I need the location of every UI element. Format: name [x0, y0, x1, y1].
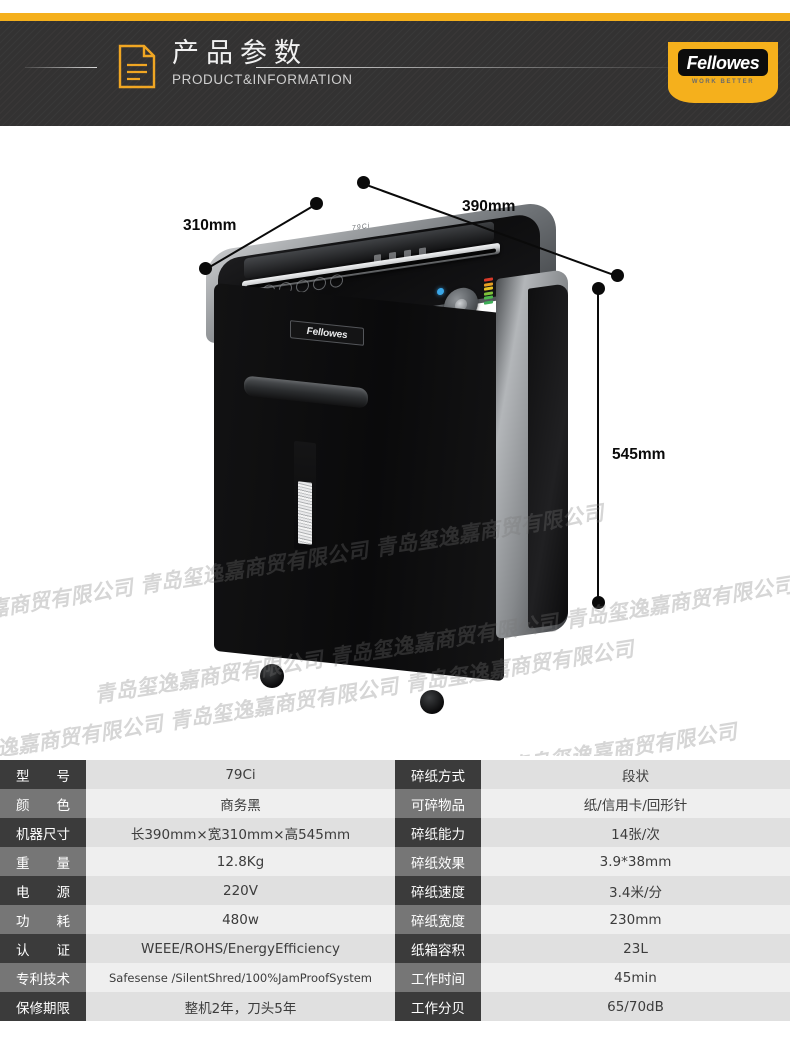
- table-row: 碎纸能力 14张/次: [395, 818, 790, 847]
- fellowes-logo-plate: Fellowes: [678, 49, 768, 76]
- spec-label: 功 耗: [0, 905, 86, 934]
- table-row: 碎纸速度 3.4米/分: [395, 876, 790, 905]
- spec-label: 型 号: [0, 760, 86, 789]
- spec-value: 整机2年，刀头5年: [86, 992, 395, 1021]
- shredder-caster-wheel: [260, 664, 284, 688]
- spec-value: 65/70dB: [481, 992, 790, 1021]
- shredded-paper: [298, 481, 312, 545]
- table-row: 功 耗 480w: [0, 905, 395, 934]
- page-subtitle: PRODUCT&INFORMATION: [172, 72, 353, 87]
- table-row: 工作分贝 65/70dB: [395, 992, 790, 1021]
- table-row: 碎纸方式 段状: [395, 760, 790, 789]
- shredder-led-indicator: [484, 277, 494, 308]
- product-spec-page: 产品参数 PRODUCT&INFORMATION Fellowes WORK B…: [0, 0, 790, 1057]
- table-row: 认 证 WEEE/ROHS/EnergyEfficiency: [0, 934, 395, 963]
- header-bar: 产品参数 PRODUCT&INFORMATION Fellowes WORK B…: [0, 21, 790, 126]
- spec-label: 碎纸宽度: [395, 905, 481, 934]
- table-row: 保修期限 整机2年，刀头5年: [0, 992, 395, 1021]
- spec-label: 专利技术: [0, 963, 86, 992]
- spec-label: 重 量: [0, 847, 86, 876]
- table-row: 机器尺寸 长390mm×宽310mm×高545mm: [0, 818, 395, 847]
- spec-value: 12.8Kg: [86, 847, 395, 876]
- spec-value: 商务黑: [86, 789, 395, 818]
- spec-label: 碎纸方式: [395, 760, 481, 789]
- shredder-body-side-dark: [528, 283, 568, 629]
- spec-label: 机器尺寸: [0, 818, 86, 847]
- spec-label: 颜 色: [0, 789, 86, 818]
- spec-label: 可碎物品: [395, 789, 481, 818]
- table-row: 电 源 220V: [0, 876, 395, 905]
- spec-label: 工作分贝: [395, 992, 481, 1021]
- header-rule-left: [25, 67, 97, 68]
- shredder-front-brand: Fellowes: [306, 325, 348, 341]
- spec-value: WEEE/ROHS/EnergyEfficiency: [86, 934, 395, 963]
- table-row: 工作时间 45min: [395, 963, 790, 992]
- brand-tagline: WORK BETTER: [691, 79, 755, 85]
- spec-value: 230mm: [481, 905, 790, 934]
- header-accent-stripe: [0, 13, 790, 21]
- dimension-label-width: 390mm: [462, 198, 516, 215]
- header-title-block: 产品参数 PRODUCT&INFORMATION: [172, 38, 353, 87]
- shredder-bin-window: [294, 440, 316, 552]
- spec-value: 段状: [481, 760, 790, 789]
- spec-label: 认 证: [0, 934, 86, 963]
- spec-label: 碎纸速度: [395, 876, 481, 905]
- page-header: 产品参数 PRODUCT&INFORMATION Fellowes WORK B…: [0, 0, 790, 126]
- spec-label: 碎纸能力: [395, 818, 481, 847]
- specification-table: 型 号 79Ci 颜 色商务黑 机器尺寸 长390mm×宽310mm×高545mm 重 量…: [0, 760, 790, 1021]
- table-row: 专利技术 Safesense /SilentShred/100%JamProofS…: [0, 963, 395, 992]
- spec-value: 79Ci: [86, 760, 395, 789]
- dimension-label-depth: 310mm: [183, 217, 237, 234]
- spec-value: 3.9*38mm: [481, 847, 790, 876]
- spec-label: 碎纸效果: [395, 847, 481, 876]
- spec-label: 工作时间: [395, 963, 481, 992]
- spec-label: 保修期限: [0, 992, 86, 1021]
- dim-line: [597, 288, 599, 600]
- table-row: 颜 色商务黑: [0, 789, 395, 818]
- spec-value: 长390mm×宽310mm×高545mm: [86, 818, 395, 847]
- page-title: 产品参数: [172, 38, 308, 69]
- table-row: 重 量 12.8Kg: [0, 847, 395, 876]
- document-icon: [118, 44, 156, 89]
- table-row: 碎纸效果 3.9*38mm: [395, 847, 790, 876]
- spec-value: 23L: [481, 934, 790, 963]
- spec-label: 电 源: [0, 876, 86, 905]
- brand-name: Fellowes: [686, 52, 760, 73]
- table-row: 可碎物品 纸/信用卡/回形针: [395, 789, 790, 818]
- table-row: 型 号 79Ci: [0, 760, 395, 789]
- shredder-product-image: 79Ci Fellowes: [196, 199, 586, 714]
- spec-value: 14张/次: [481, 818, 790, 847]
- spec-value: 3.4米/分: [481, 876, 790, 905]
- spec-value: 480w: [86, 905, 395, 934]
- spec-value: 45min: [481, 963, 790, 992]
- spec-value: 纸/信用卡/回形针: [481, 789, 790, 818]
- spec-column-left: 型 号 79Ci 颜 色商务黑 机器尺寸 长390mm×宽310mm×高545mm 重 量…: [0, 760, 395, 1021]
- table-row: 纸箱容积 23L: [395, 934, 790, 963]
- spec-value: Safesense /SilentShred/100%JamProofSyste…: [86, 963, 395, 992]
- shredder-caster-wheel: [420, 690, 444, 714]
- product-photo-area: 79Ci Fellowes 310mm 390mm 545mm 青岛玺逸嘉商贸有…: [0, 126, 790, 756]
- spec-label: 纸箱容积: [395, 934, 481, 963]
- spec-column-right: 碎纸方式 段状 可碎物品 纸/信用卡/回形针 碎纸能力 14张/次 碎纸效果 3.9*38mm…: [395, 760, 790, 1021]
- table-row: 碎纸宽度 230mm: [395, 905, 790, 934]
- spec-value: 220V: [86, 876, 395, 905]
- watermark-text: 青岛玺逸嘉商贸有限公司 青岛玺逸嘉商贸有限公司: [271, 715, 739, 756]
- dimension-label-height: 545mm: [612, 446, 666, 463]
